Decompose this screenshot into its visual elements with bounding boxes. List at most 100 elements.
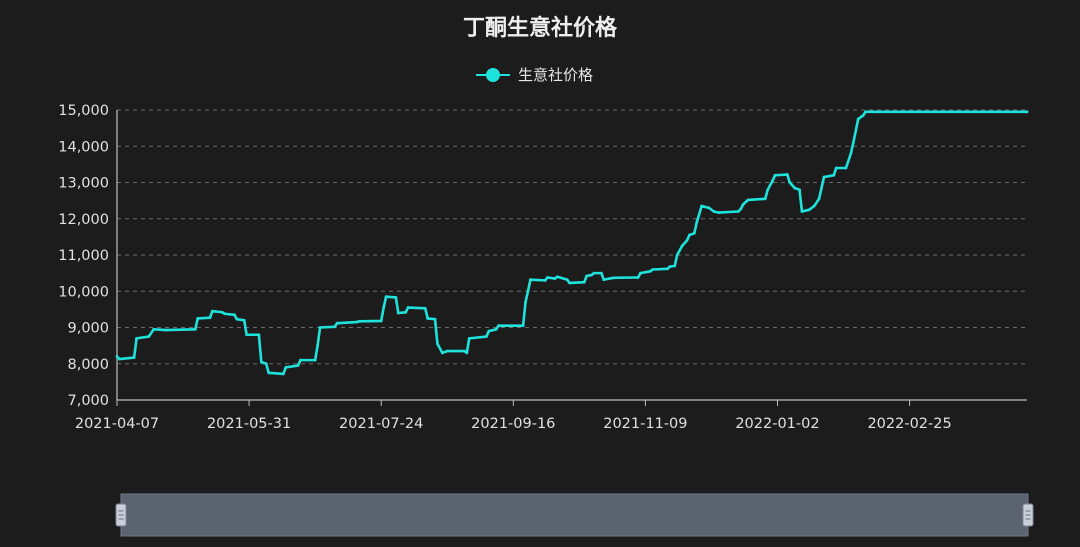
data-point: [590, 273, 593, 277]
data-point: [433, 317, 437, 321]
data-point: [766, 188, 770, 192]
x-axis: 2021-04-07 2021-05-31 2021-07-24 2021-09-16…: [75, 399, 1027, 432]
data-point: [284, 365, 288, 369]
chart: 丁酮生意社价格 生意社价格 7,000 8,000 9,000 10,000 11,00…: [58, 15, 1034, 537]
data-point: [602, 278, 606, 282]
data-point: [546, 276, 549, 279]
data-point: [668, 265, 672, 268]
data-point: [521, 324, 525, 328]
data-point: [834, 166, 838, 170]
data-point: [135, 336, 138, 340]
data-point: [832, 173, 836, 177]
data-point: [871, 110, 875, 114]
data-point: [599, 271, 603, 275]
data-point: [132, 356, 136, 359]
data-point: [565, 278, 569, 282]
data-point: [394, 296, 398, 299]
data-point: [147, 335, 151, 338]
y-tick-label: 7,000: [67, 393, 109, 409]
data-point: [555, 275, 559, 279]
data-point: [856, 117, 860, 121]
data-point: [223, 312, 227, 316]
data-point: [524, 300, 527, 304]
data-point: [245, 333, 249, 337]
data-point: [773, 173, 777, 177]
data-point: [267, 371, 271, 375]
data-point: [700, 204, 704, 208]
data-point: [440, 351, 444, 355]
data-point: [299, 358, 302, 362]
data-point: [384, 295, 388, 299]
y-grid: [117, 109, 1027, 365]
data-point: [844, 166, 848, 170]
data-point: [484, 335, 488, 338]
data-zoom-handle-right[interactable]: [1022, 503, 1034, 527]
legend[interactable]: 生意社价格: [476, 66, 593, 84]
y-axis: 7,000 8,000 9,000 10,000 11,000 12,000 13,000 1…: [58, 103, 118, 409]
data-point: [211, 309, 214, 313]
y-tick-label: 8,000: [67, 357, 109, 373]
data-point: [333, 325, 337, 329]
x-tick-label: 2022-02-25: [867, 416, 951, 432]
data-point: [382, 306, 386, 309]
data-point: [585, 274, 589, 278]
data-point: [673, 264, 677, 268]
data-point: [817, 197, 821, 201]
data-point: [526, 289, 530, 293]
data-point: [404, 310, 408, 314]
data-point: [639, 271, 642, 275]
legend-label: 生意社价格: [518, 66, 593, 84]
data-point: [259, 360, 263, 364]
data-point: [335, 321, 339, 325]
data-point: [746, 198, 750, 202]
x-tick-label: 2021-07-24: [339, 416, 423, 432]
data-point: [793, 186, 797, 190]
x-tick-label: 2021-04-07: [75, 416, 159, 432]
data-point: [436, 342, 439, 346]
data-point: [529, 278, 532, 282]
data-point: [553, 277, 557, 280]
data-point: [242, 318, 246, 322]
data-point: [712, 210, 716, 213]
data-point: [235, 317, 239, 321]
data-zoom-handle-left[interactable]: [115, 503, 127, 527]
data-point: [313, 358, 317, 362]
data-point: [741, 202, 745, 206]
data-point: [692, 231, 696, 235]
y-tick-label: 11,000: [58, 248, 109, 264]
data-point: [812, 204, 816, 208]
data-point: [426, 317, 430, 320]
data-point: [685, 239, 689, 242]
data-point: [800, 210, 804, 213]
legend-marker-icon: [486, 68, 500, 82]
data-point: [798, 188, 801, 192]
data-zoom-slider[interactable]: [115, 493, 1034, 537]
x-tick-label: 2021-11-09: [603, 416, 687, 432]
data-point: [406, 306, 410, 309]
data-point: [250, 333, 253, 337]
data-point: [851, 141, 855, 145]
data-point: [487, 329, 491, 333]
data-point: [763, 197, 767, 201]
data-point: [736, 210, 740, 213]
data-point: [582, 280, 586, 284]
data-zoom-range[interactable]: [120, 493, 1029, 537]
x-tick-label: 2022-01-02: [735, 416, 819, 432]
data-point: [612, 276, 615, 280]
data-point: [717, 211, 721, 214]
data-point: [220, 310, 224, 314]
data-point: [695, 220, 699, 224]
data-point: [318, 326, 322, 329]
y-tick-label: 14,000: [58, 139, 109, 155]
series-layer: [115, 110, 1029, 376]
data-point: [788, 181, 792, 184]
data-point: [152, 327, 156, 331]
data-point: [316, 344, 319, 348]
data-point: [423, 306, 427, 310]
data-point: [497, 324, 501, 328]
data-point: [822, 175, 826, 179]
data-point: [636, 276, 640, 279]
data-point: [861, 114, 865, 117]
data-point: [651, 268, 655, 271]
data-point: [543, 278, 547, 282]
